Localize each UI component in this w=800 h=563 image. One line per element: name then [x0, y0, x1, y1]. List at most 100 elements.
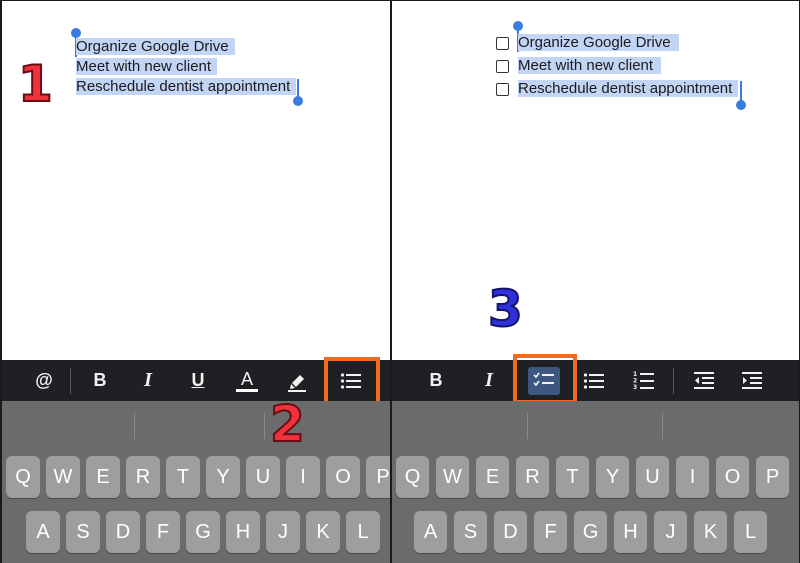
key-a[interactable]: A — [26, 511, 60, 553]
key-s[interactable]: S — [454, 511, 487, 553]
selection-end-handle[interactable] — [293, 96, 303, 106]
step-marker-1: 1 — [17, 55, 54, 113]
key-w[interactable]: W — [46, 456, 80, 498]
key-h[interactable]: H — [614, 511, 647, 553]
key-j[interactable]: J — [654, 511, 687, 553]
numbered-list-icon[interactable]: 1 2 3 — [630, 360, 658, 401]
bulleted-list-icon-svg — [583, 372, 604, 389]
key-u[interactable]: U — [246, 456, 280, 498]
key-f[interactable]: F — [534, 511, 567, 553]
bulleted-list-icon[interactable] — [580, 360, 608, 401]
doc-line-3[interactable]: Reschedule dentist appointment — [76, 77, 297, 97]
step-marker-3: 3 — [487, 280, 524, 338]
text-color-label: A — [240, 368, 253, 389]
key-h[interactable]: H — [226, 511, 260, 553]
key-k[interactable]: K — [306, 511, 340, 553]
formatting-toolbar: B I 1 2 3 — [392, 360, 799, 401]
doc-line-1[interactable]: Organize Google Drive — [76, 37, 235, 57]
key-s[interactable]: S — [66, 511, 100, 553]
key-p[interactable]: P — [366, 456, 390, 498]
svg-text:3: 3 — [633, 384, 637, 391]
key-label: O — [335, 465, 351, 488]
suggestion-divider — [662, 413, 663, 439]
key-k[interactable]: K — [694, 511, 727, 553]
key-l[interactable]: L — [346, 511, 380, 553]
checkbox-2[interactable] — [496, 60, 509, 73]
decrease-indent-icon[interactable] — [690, 360, 718, 401]
key-label: L — [357, 520, 369, 543]
key-r[interactable]: R — [516, 456, 549, 498]
key-label: F — [544, 520, 557, 543]
key-w[interactable]: W — [436, 456, 469, 498]
at-label: @ — [35, 370, 53, 390]
key-g[interactable]: G — [574, 511, 607, 553]
doc-line-2[interactable]: Meet with new client — [76, 57, 218, 77]
checkbox-1[interactable] — [496, 37, 509, 50]
list-button-highlight — [324, 357, 380, 405]
key-p[interactable]: P — [756, 456, 789, 498]
mention-button[interactable]: @ — [32, 360, 56, 401]
key-e[interactable]: E — [86, 456, 120, 498]
line-text: Reschedule dentist appointment — [76, 78, 297, 95]
key-i[interactable]: I — [676, 456, 709, 498]
key-label: A — [36, 520, 50, 543]
key-o[interactable]: O — [716, 456, 749, 498]
toolbar-divider — [70, 368, 71, 394]
italic-button[interactable]: I — [136, 360, 160, 401]
bold-label: B — [93, 370, 107, 390]
key-label: A — [423, 520, 438, 543]
key-o[interactable]: O — [326, 456, 360, 498]
key-l[interactable]: L — [734, 511, 767, 553]
key-d[interactable]: D — [106, 511, 140, 553]
key-t[interactable]: T — [166, 456, 200, 498]
key-label: F — [156, 520, 170, 543]
key-label: O — [724, 465, 741, 488]
checkbox-3[interactable] — [496, 83, 509, 96]
key-f[interactable]: F — [146, 511, 180, 553]
key-label: R — [135, 465, 151, 488]
increase-indent-icon[interactable] — [738, 360, 766, 401]
checklist-line-1[interactable]: Organize Google Drive — [518, 33, 679, 53]
key-label: H — [235, 520, 251, 543]
key-i[interactable]: I — [286, 456, 320, 498]
selection-end-handle[interactable] — [736, 100, 746, 110]
checklist-line-3[interactable]: Reschedule dentist appointment — [518, 79, 739, 99]
key-label: D — [503, 520, 518, 543]
key-label: P — [376, 465, 390, 488]
key-a[interactable]: A — [414, 511, 447, 553]
key-label: I — [689, 465, 696, 488]
right-panel: Organize Google Drive Meet with new clie… — [392, 0, 800, 563]
key-label: U — [255, 465, 271, 488]
key-label: S — [463, 520, 478, 543]
key-e[interactable]: E — [476, 456, 509, 498]
bold-label: B — [429, 370, 443, 390]
key-label: U — [645, 465, 660, 488]
key-g[interactable]: G — [186, 511, 220, 553]
underline-button[interactable]: U — [186, 360, 210, 401]
key-q[interactable]: Q — [6, 456, 40, 498]
key-label: J — [665, 520, 676, 543]
checklist-line-2[interactable]: Meet with new client — [518, 56, 662, 76]
key-u[interactable]: U — [636, 456, 669, 498]
keyboard: Q W E R T Y U I O P A S D F G H J K L — [392, 401, 799, 563]
key-label: E — [96, 465, 110, 488]
italic-button[interactable]: I — [477, 360, 501, 401]
line-text: Meet with new client — [518, 57, 662, 74]
bold-button[interactable]: B — [424, 360, 448, 401]
key-d[interactable]: D — [494, 511, 527, 553]
suggestion-divider — [134, 413, 135, 439]
key-t[interactable]: T — [556, 456, 589, 498]
key-label: G — [582, 520, 599, 543]
bold-button[interactable]: B — [88, 360, 112, 401]
key-y[interactable]: Y — [206, 456, 240, 498]
key-label: Y — [216, 465, 230, 488]
key-label: G — [195, 520, 211, 543]
key-j[interactable]: J — [266, 511, 300, 553]
highlighter-icon-svg — [288, 374, 306, 392]
italic-label: I — [144, 369, 152, 391]
key-q[interactable]: Q — [396, 456, 429, 498]
keyboard: Q W E R T Y U I O P A S D F G H J K L — [2, 401, 390, 563]
key-y[interactable]: Y — [596, 456, 629, 498]
key-r[interactable]: R — [126, 456, 160, 498]
text-color-button[interactable]: A — [234, 360, 260, 401]
